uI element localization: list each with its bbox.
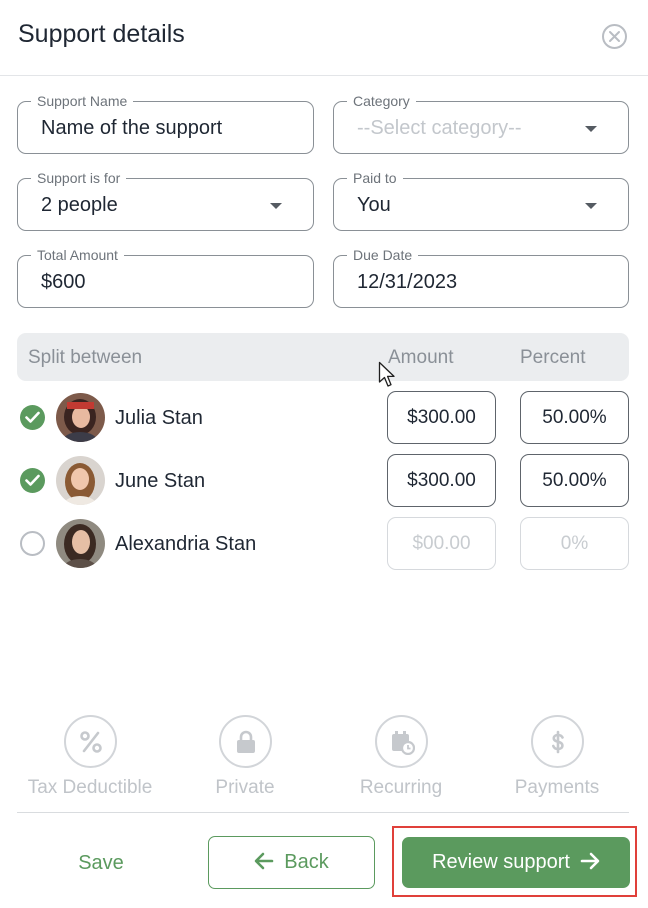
support-for-value: 2 people [41, 194, 118, 216]
close-icon[interactable] [602, 24, 627, 49]
split-between-heading: Split between [28, 347, 143, 368]
payments-label: Payments [514, 777, 600, 798]
arrow-left-icon [254, 852, 274, 870]
avatar [56, 456, 105, 505]
highlight-box: Review support [392, 826, 637, 897]
percent-input[interactable]: 0% [520, 517, 629, 570]
checked-icon[interactable] [20, 468, 45, 493]
lock-icon [219, 715, 272, 768]
private-option[interactable]: Private [170, 715, 320, 805]
total-amount-field[interactable]: Total Amount $600 [17, 247, 314, 308]
person-name: Alexandria Stan [115, 533, 257, 555]
paid-to-select[interactable]: Paid to You [333, 170, 629, 231]
percent-input[interactable]: 50.00% [520, 391, 629, 444]
dialog-header: Support details [0, 0, 648, 76]
footer-divider [17, 812, 629, 813]
private-label: Private [215, 777, 275, 798]
avatar [56, 393, 105, 442]
checked-icon[interactable] [20, 405, 45, 430]
due-date-label: Due Date [347, 247, 419, 263]
recurring-option[interactable]: Recurring [326, 715, 476, 805]
avatar [56, 519, 105, 568]
category-select[interactable]: Category --Select category-- [333, 93, 629, 154]
dollar-icon [531, 715, 584, 768]
chevron-down-icon [585, 126, 597, 132]
back-label: Back [284, 851, 329, 873]
percent-input[interactable]: 50.00% [520, 454, 629, 507]
total-amount-value: $600 [41, 271, 86, 293]
dialog-title: Support details [18, 20, 185, 48]
unchecked-icon[interactable] [20, 531, 45, 556]
support-for-select[interactable]: Support is for 2 people [17, 170, 314, 231]
paid-to-value: You [357, 194, 391, 216]
back-button[interactable]: Back [208, 836, 375, 889]
support-name-label: Support Name [31, 93, 134, 109]
category-label: Category [347, 93, 416, 109]
paid-to-label: Paid to [347, 170, 403, 186]
recurring-label: Recurring [359, 777, 443, 798]
tax-deductible-label: Tax Deductible [27, 777, 153, 798]
split-table-header: Split between Amount Percent [17, 333, 629, 381]
split-row: Alexandria Stan $00.00 0% [0, 516, 648, 572]
review-label: Review support [432, 851, 570, 873]
chevron-down-icon [585, 203, 597, 209]
amount-input[interactable]: $300.00 [387, 454, 496, 507]
support-name-field[interactable]: Support Name Name of the support [17, 93, 314, 154]
mouse-cursor-icon [378, 361, 395, 387]
arrow-right-icon [580, 852, 600, 870]
tax-deductible-option[interactable]: Tax Deductible [15, 715, 165, 805]
amount-input[interactable]: $00.00 [387, 517, 496, 570]
support-for-label: Support is for [31, 170, 127, 186]
category-placeholder: --Select category-- [357, 117, 522, 139]
percent-icon [64, 715, 117, 768]
percent-heading: Percent [520, 347, 586, 368]
payments-option[interactable]: Payments [482, 715, 632, 805]
split-row: June Stan $300.00 50.00% [0, 453, 648, 509]
review-support-button[interactable]: Review support [402, 837, 630, 888]
total-amount-label: Total Amount [31, 247, 124, 263]
person-name: June Stan [115, 470, 206, 492]
due-date-value: 12/31/2023 [357, 271, 458, 293]
chevron-down-icon [270, 203, 282, 209]
due-date-field[interactable]: Due Date 12/31/2023 [333, 247, 629, 308]
person-name: Julia Stan [115, 407, 203, 429]
calendar-clock-icon [375, 715, 428, 768]
support-name-value: Name of the support [41, 117, 223, 139]
split-row: Julia Stan $300.00 50.00% [0, 390, 648, 446]
amount-input[interactable]: $300.00 [387, 391, 496, 444]
save-button[interactable]: Save [60, 838, 142, 888]
